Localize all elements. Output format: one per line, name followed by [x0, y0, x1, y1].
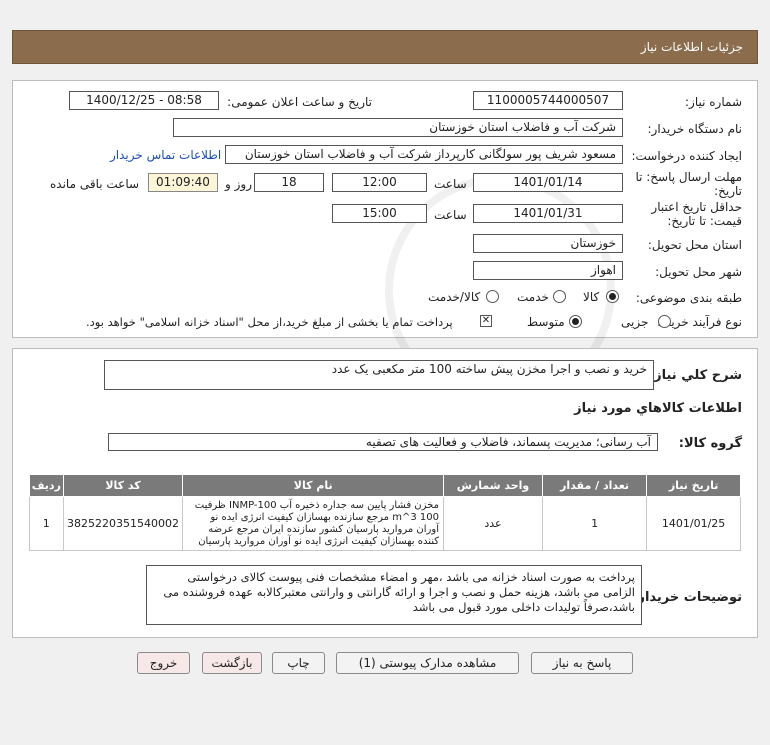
process-radio-minor[interactable]	[658, 315, 671, 328]
need-number-field: 1100005744000507	[473, 91, 623, 110]
goods-table-header: تاریخ نیاز تعداد / مقدار واحد شمارش نام …	[29, 474, 741, 497]
city-field: اهواز	[473, 261, 623, 280]
announce-date-label: تاریخ و ساعت اعلان عمومی:	[227, 95, 372, 109]
exit-button[interactable]: خروج	[137, 652, 190, 674]
category-radio-service[interactable]	[553, 290, 566, 303]
goods-info-title: اطلاعات کالاهاي مورد نياز	[574, 401, 742, 416]
col-goods-name: نام کالا	[182, 474, 444, 497]
process-option-medium: متوسط	[527, 315, 565, 329]
buyer-contact-link[interactable]: اطلاعات تماس خریدار	[110, 148, 221, 162]
cell-goods-name: مخزن فشار پایین سه جداره ذخیره آب INMP-1…	[182, 496, 444, 551]
remaining-time-label: ساعت باقی مانده	[50, 177, 140, 191]
category-radio-goods-service[interactable]	[486, 290, 499, 303]
price-validity-time: 15:00	[332, 204, 427, 223]
process-option-minor: جزیی	[621, 315, 649, 329]
requester-field: مسعود شریف پور سولگانی کارپرداز شرکت آب …	[225, 145, 623, 164]
reply-days-field: 18	[254, 173, 324, 192]
col-quantity: تعداد / مقدار	[541, 474, 648, 497]
summary-field: خرید و نصب و اجرا مخزن پیش ساخته 100 متر…	[104, 360, 654, 390]
remaining-time-field: 01:09:40	[148, 173, 218, 192]
process-radio-medium[interactable]	[569, 315, 582, 328]
cell-row: 1	[29, 496, 64, 551]
requester-label: ایجاد کننده درخواست:	[631, 149, 742, 163]
cell-goods-code: 3825220351540002	[62, 496, 184, 551]
price-validity-label-2: قیمت: تا تاریخ:	[667, 214, 742, 228]
category-option-service: خدمت	[517, 290, 549, 304]
col-need-date: تاریخ نیاز	[646, 474, 741, 497]
city-label: شهر محل تحویل:	[655, 265, 742, 279]
buyer-org-field: شرکت آب و فاضلاب استان خوزستان	[173, 118, 623, 137]
category-label: طبقه بندی موضوعی:	[635, 291, 742, 305]
goods-group-label: گروه کالا:	[678, 436, 742, 451]
buyer-notes-field: پرداخت به صورت اسناد خزانه می باشد ،مهر …	[146, 565, 642, 625]
print-button[interactable]: چاپ	[272, 652, 325, 674]
province-label: استان محل تحویل:	[647, 238, 742, 252]
price-validity-time-label: ساعت	[434, 208, 467, 222]
col-goods-code: کد کالا	[62, 474, 184, 497]
summary-label: شرح کلي نياز:	[648, 368, 742, 383]
reply-time-label: ساعت	[434, 177, 467, 191]
category-radio-goods[interactable]	[606, 290, 619, 303]
reply-deadline-label-2: تاریخ:	[714, 184, 742, 198]
cell-need-date: 1401/01/25	[646, 496, 741, 551]
goods-table: تاریخ نیاز تعداد / مقدار واحد شمارش نام …	[29, 474, 741, 551]
treasury-note: پرداخت تمام یا بخشی از مبلغ خرید،از محل …	[86, 315, 453, 329]
reply-button[interactable]: پاسخ به نیاز	[531, 652, 633, 674]
page-header: جزئیات اطلاعات نیاز	[12, 30, 758, 64]
announce-date-field: 1400/12/25 - 08:58	[69, 91, 219, 110]
reply-deadline-label: مهلت ارسال پاسخ: تا	[635, 170, 742, 184]
back-button[interactable]: بازگشت	[202, 652, 262, 674]
cell-quantity: 1	[541, 496, 648, 551]
buyer-notes-label: توضیحات خریدار:	[632, 590, 742, 605]
need-number-label: شماره نیاز:	[685, 95, 742, 109]
cell-unit: عدد	[442, 496, 543, 551]
price-validity-date: 1401/01/31	[473, 204, 623, 223]
reply-days-label: روز و	[225, 177, 252, 191]
category-option-goods: کالا	[583, 290, 600, 304]
col-unit: واحد شمارش	[442, 474, 543, 497]
reply-deadline-date: 1401/01/14	[473, 173, 623, 192]
goods-group-field: آب رسانی؛ مدیریت پسماند، فاضلاب و فعالیت…	[108, 433, 658, 451]
attachments-button[interactable]: مشاهده مدارک پیوستی (1)	[336, 652, 519, 674]
category-option-goods-service: کالا/خدمت	[428, 290, 481, 304]
table-row: 1401/01/25 1 عدد مخزن فشار پایین سه جدار…	[29, 496, 741, 551]
col-row: ردیف	[29, 474, 64, 497]
buyer-org-label: نام دستگاه خریدار:	[647, 122, 743, 136]
treasury-checkbox[interactable]: ✕	[480, 315, 492, 327]
price-validity-label: حداقل تاریخ اعتبار	[651, 200, 742, 214]
page-title: جزئیات اطلاعات نیاز	[640, 40, 743, 54]
province-field: خوزستان	[473, 234, 623, 253]
reply-deadline-time: 12:00	[332, 173, 427, 192]
